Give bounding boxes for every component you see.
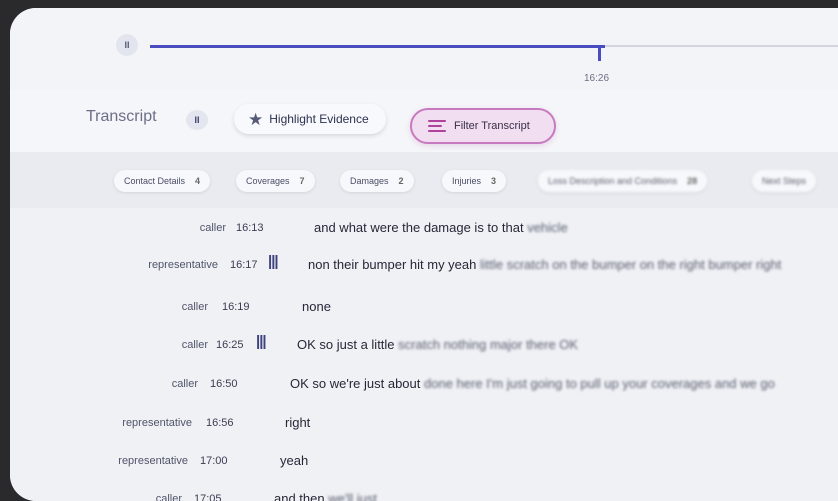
timeline-track[interactable] — [150, 45, 838, 48]
timestamp: 16:17 — [230, 259, 258, 271]
speaker-label: caller — [181, 301, 208, 313]
speaker-label: caller — [199, 222, 226, 234]
tag-count: 28 — [687, 176, 698, 186]
transcript-list: caller 16:13 and what were the damage is… — [10, 208, 838, 501]
timestamp: 17:00 — [200, 455, 228, 467]
transcript-title: Transcript — [86, 108, 157, 125]
utterance-text: OK so we're just about done here I'm jus… — [290, 376, 775, 391]
tag-label: Damages — [350, 176, 389, 186]
speaker-label: caller — [181, 339, 208, 351]
app-screen: II 16:26 Transcript II ★ Highlight Evide… — [10, 8, 838, 501]
highlight-evidence-label: Highlight Evidence — [269, 112, 369, 126]
timestamp: 17:05 — [194, 493, 222, 501]
filter-transcript-button[interactable]: Filter Transcript — [410, 108, 556, 144]
current-time-label: 16:26 — [584, 73, 610, 84]
transcript-row[interactable]: caller 16:50 OK so we're just about done… — [10, 374, 838, 404]
transcript-row[interactable]: caller 16:25 ||| OK so just a little scr… — [10, 333, 838, 365]
tag-count: 2 — [398, 176, 404, 186]
tag-count: 7 — [299, 176, 305, 186]
audio-player: II 16:26 — [10, 8, 838, 91]
timestamp: 16:50 — [210, 378, 238, 390]
utterance-text: OK so just a little scratch nothing majo… — [297, 337, 579, 352]
transcript-pause-button[interactable]: II — [186, 110, 208, 130]
tag-next-steps[interactable]: Next Steps — [752, 170, 817, 192]
utterance-text: and then we'll just — [274, 491, 377, 501]
utterance-text: right — [285, 415, 311, 430]
speaker-label: representative — [122, 417, 192, 429]
tag-label: Injuries — [452, 176, 482, 186]
utterance-text: yeah — [280, 453, 309, 468]
evidence-marker-icon[interactable]: ||| — [256, 333, 267, 350]
tag-label: Loss Description and Conditions — [548, 176, 678, 186]
transcript-row[interactable]: caller 17:05 and then we'll just — [10, 489, 838, 501]
speaker-label: representative — [118, 455, 188, 467]
transcript-row[interactable]: representative 16:56 right — [10, 413, 838, 443]
speaker-label: caller — [155, 493, 182, 501]
transcript-row[interactable]: representative 16:17 ||| non their bumpe… — [10, 253, 838, 285]
play-pause-button[interactable]: II — [116, 34, 138, 56]
highlight-evidence-button[interactable]: ★ Highlight Evidence — [234, 104, 386, 134]
tag-count: 4 — [195, 176, 201, 186]
timestamp: 16:13 — [236, 222, 264, 234]
tag-contact-details[interactable]: Contact Details 4 — [114, 170, 211, 192]
timestamp: 16:56 — [206, 417, 234, 429]
filter-transcript-label: Filter Transcript — [454, 120, 530, 132]
star-icon: ★ — [248, 109, 264, 129]
tag-loss-description[interactable]: Loss Description and Conditions 28 — [538, 170, 708, 192]
evidence-marker-icon[interactable]: ||| — [268, 253, 279, 270]
transcript-toolbar: Transcript II ★ Highlight Evidence Filte… — [10, 90, 838, 152]
speaker-label: caller — [171, 378, 198, 390]
utterance-text: non their bumper hit my yeah little scra… — [308, 257, 782, 272]
tag-coverages[interactable]: Coverages 7 — [236, 170, 315, 192]
tag-injuries[interactable]: Injuries 3 — [442, 170, 507, 192]
tag-label: Next Steps — [762, 176, 807, 186]
transcript-row[interactable]: caller 16:13 and what were the damage is… — [10, 218, 838, 248]
filter-icon — [428, 120, 446, 132]
tag-count: 3 — [491, 176, 497, 186]
timestamp: 16:25 — [216, 339, 244, 351]
transcript-row[interactable]: caller 16:19 none — [10, 297, 838, 327]
tag-label: Contact Details — [124, 176, 186, 186]
tag-label: Coverages — [246, 176, 290, 186]
tag-damages[interactable]: Damages 2 — [340, 170, 414, 192]
speaker-label: representative — [148, 259, 218, 271]
transcript-row[interactable]: representative 17:00 yeah — [10, 451, 838, 481]
timeline-progress — [150, 45, 606, 48]
category-tag-bar: Contact Details 4 Coverages 7 Damages 2 … — [10, 152, 838, 208]
utterance-text: none — [302, 299, 331, 314]
timestamp: 16:19 — [222, 301, 250, 313]
timeline-playhead[interactable] — [598, 48, 601, 61]
utterance-text: and what were the damage is to that vehi… — [314, 220, 568, 235]
